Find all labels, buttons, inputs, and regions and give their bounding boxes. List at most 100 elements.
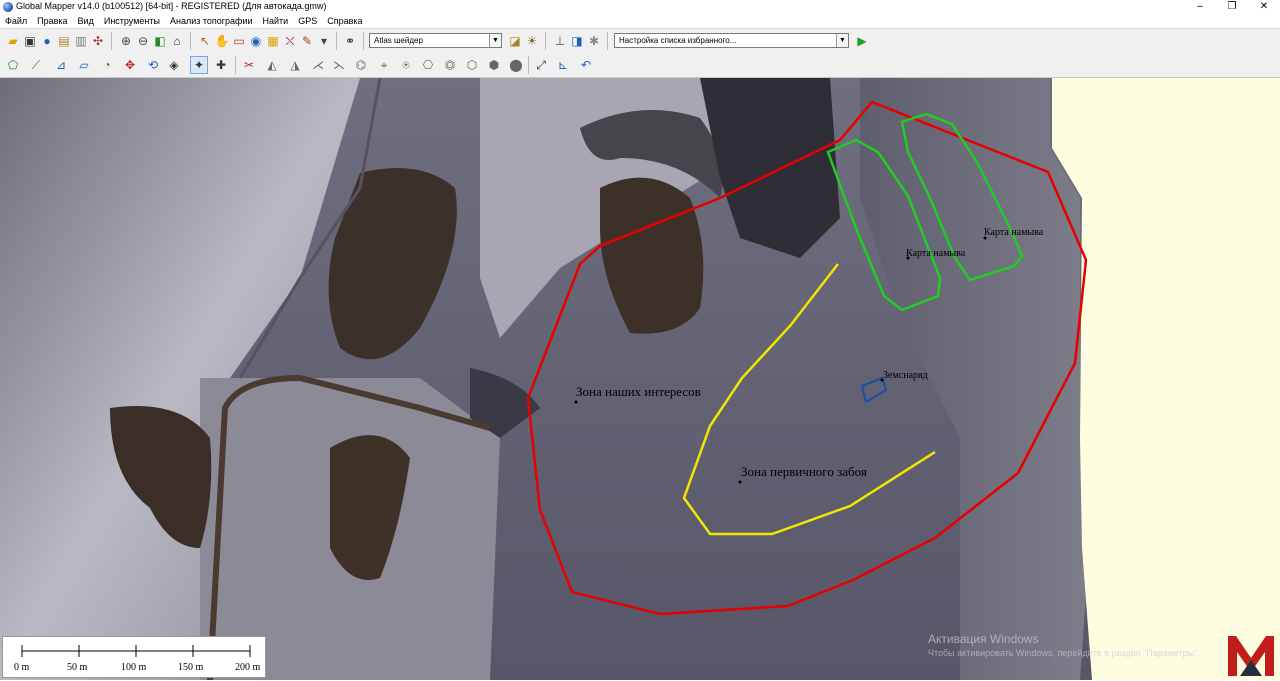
menu-file[interactable]: Файл (0, 14, 32, 27)
zone-interest-label: Зона наших интересов (576, 384, 701, 399)
binoculars-icon[interactable]: ⚭ (341, 32, 359, 50)
measure-icon[interactable]: ▭ (230, 32, 248, 50)
toolbar-separator (607, 32, 608, 50)
map-view[interactable]: Зона наших интересов Зона первичного заб… (0, 78, 1280, 680)
digitizer-tool-icon[interactable]: ✦ (190, 56, 208, 74)
crop-icon[interactable]: ⛌ (281, 32, 299, 50)
view-shed-icon[interactable]: ✱ (585, 32, 603, 50)
title-bar: Global Mapper v14.0 (b100512) [64-bit] -… (0, 0, 1280, 14)
menu-bar: Файл Правка Вид Инструменты Анализ топог… (0, 14, 1280, 28)
window-title: Global Mapper v14.0 (b100512) [64-bit] -… (16, 1, 327, 11)
label-icon[interactable]: ▦ (264, 32, 282, 50)
brand-logo (1226, 632, 1276, 678)
shape-l-icon[interactable]: ⬤ (507, 56, 525, 74)
label-point (574, 400, 578, 404)
shader-settings-icon[interactable]: ◪ (506, 32, 524, 50)
digitizer-toolbar: ⬠ ⟋ ⊿ ▱ ◔ ✥ ⟲ ◈ ✦ ✚ ✂ ◭ ◮ ⋌ ⋋ ⌬ ⌖ ⍟ ⎔ ⏣ … (0, 53, 1280, 78)
menu-view[interactable]: Вид (73, 14, 99, 27)
move-feature-icon[interactable]: ✥ (121, 56, 139, 74)
shape-g-icon[interactable]: ⍟ (397, 56, 415, 74)
scale-bar: 0 m 50 m 100 m 150 m 200 m (2, 636, 266, 678)
home-icon[interactable]: ⌂ (168, 32, 186, 50)
shape-h-icon[interactable]: ⎔ (419, 56, 437, 74)
shape-f-icon[interactable]: ⌖ (375, 56, 393, 74)
create-line-icon[interactable]: ⟋ (27, 56, 45, 74)
dredger-label: Земснаряд (883, 370, 928, 381)
print-icon[interactable]: ▥ (72, 32, 90, 50)
menu-help[interactable]: Справка (322, 14, 367, 27)
scale-tick-100: 100 m (121, 662, 147, 673)
create-circle-icon[interactable]: ◔ (98, 56, 116, 74)
globe-icon[interactable]: ● (38, 32, 56, 50)
menu-terrain-analysis[interactable]: Анализ топографии (165, 14, 258, 27)
favorites-select[interactable]: Настройка списка избранного... ▼ (614, 33, 849, 48)
save-icon[interactable]: ▣ (21, 32, 39, 50)
favorites-select-value: Настройка списка избранного... (619, 36, 737, 45)
create-area-icon[interactable]: ⬠ (4, 56, 22, 74)
snap-icon[interactable]: ⤢ (532, 56, 550, 74)
globe-icon (3, 2, 13, 12)
measure-line-icon[interactable]: ⊾ (554, 56, 572, 74)
menu-gps[interactable]: GPS (293, 14, 322, 27)
menu-search[interactable]: Найти (258, 14, 294, 27)
toolbar-separator (235, 56, 236, 74)
layers-icon[interactable]: ▤ (55, 32, 73, 50)
scale-tick-200: 200 m (235, 662, 261, 673)
info-icon[interactable]: ◉ (247, 32, 265, 50)
chevron-down-icon[interactable]: ▼ (489, 34, 501, 47)
menu-edit[interactable]: Правка (32, 14, 72, 27)
toolbar-separator (363, 32, 364, 50)
map-wash-label-2: Карта намыва (984, 227, 1044, 238)
toolbar-separator (528, 56, 529, 74)
zoom-in-icon[interactable]: ⊕ (117, 32, 135, 50)
shape-d-icon[interactable]: ⋋ (330, 56, 348, 74)
lighting-icon[interactable]: ☀ (523, 32, 541, 50)
split-icon[interactable]: ✂ (240, 56, 258, 74)
map-wash-label-1: Карта намыва (906, 248, 966, 259)
shader-select[interactable]: Atlas шейдер ▼ (369, 33, 502, 48)
restore-button[interactable]: ❐ (1216, 0, 1248, 14)
dropdown-icon[interactable]: ▾ (315, 32, 333, 50)
close-button[interactable]: ✕ (1248, 0, 1280, 14)
shader-select-value: Atlas шейдер (374, 36, 423, 45)
shape-k-icon[interactable]: ⬢ (485, 56, 503, 74)
play-icon[interactable]: ▶ (853, 32, 871, 50)
toolbar-separator (111, 32, 112, 50)
open-folder-icon[interactable]: ▰ (4, 32, 22, 50)
shape-c-icon[interactable]: ⋌ (309, 56, 327, 74)
scale-bar-ruler (21, 645, 251, 657)
path-profile-icon[interactable]: ⊥ (551, 32, 569, 50)
shape-i-icon[interactable]: ⏣ (441, 56, 459, 74)
toolbar-separator (336, 32, 337, 50)
rotate-feature-icon[interactable]: ⟲ (144, 56, 162, 74)
zoom-extents-icon[interactable]: ◧ (151, 32, 169, 50)
undo-edit-icon[interactable]: ↶ (577, 56, 595, 74)
main-toolbar: ▰ ▣ ● ▤ ▥ ✣ ⊕ ⊖ ◧ ⌂ ↖ ✋ ▭ ◉ ▦ ⛌ ✎ ▾ ⚭ At… (0, 28, 1280, 53)
shape-b-icon[interactable]: ◮ (286, 56, 304, 74)
shape-e-icon[interactable]: ⌬ (352, 56, 370, 74)
logo-icon (1228, 636, 1274, 676)
edit-icon[interactable]: ✎ (298, 32, 316, 50)
chevron-down-icon[interactable]: ▼ (836, 34, 848, 47)
shape-j-icon[interactable]: ⬡ (463, 56, 481, 74)
shape-a-icon[interactable]: ◭ (263, 56, 281, 74)
config-icon[interactable]: ✣ (89, 32, 107, 50)
create-rectangle-icon[interactable]: ▱ (75, 56, 93, 74)
pan-icon[interactable]: ✋ (213, 32, 231, 50)
grid-icon[interactable]: ◈ (165, 56, 183, 74)
menu-tools[interactable]: Инструменты (99, 14, 165, 27)
label-point (738, 480, 742, 484)
vertex-edit-icon[interactable]: ✚ (212, 56, 230, 74)
scale-tick-150: 150 m (178, 662, 204, 673)
select-icon[interactable]: ↖ (196, 32, 214, 50)
minimize-button[interactable]: – (1184, 0, 1216, 14)
scale-tick-50: 50 m (67, 662, 88, 673)
toolbar-separator (190, 32, 191, 50)
3d-view-icon[interactable]: ◨ (568, 32, 586, 50)
toolbar-separator (545, 32, 546, 50)
unmapped-area (1052, 78, 1280, 680)
scale-tick-0: 0 m (14, 662, 30, 673)
zoom-out-icon[interactable]: ⊖ (134, 32, 152, 50)
map-canvas[interactable] (0, 78, 1280, 680)
create-point-icon[interactable]: ⊿ (52, 56, 70, 74)
